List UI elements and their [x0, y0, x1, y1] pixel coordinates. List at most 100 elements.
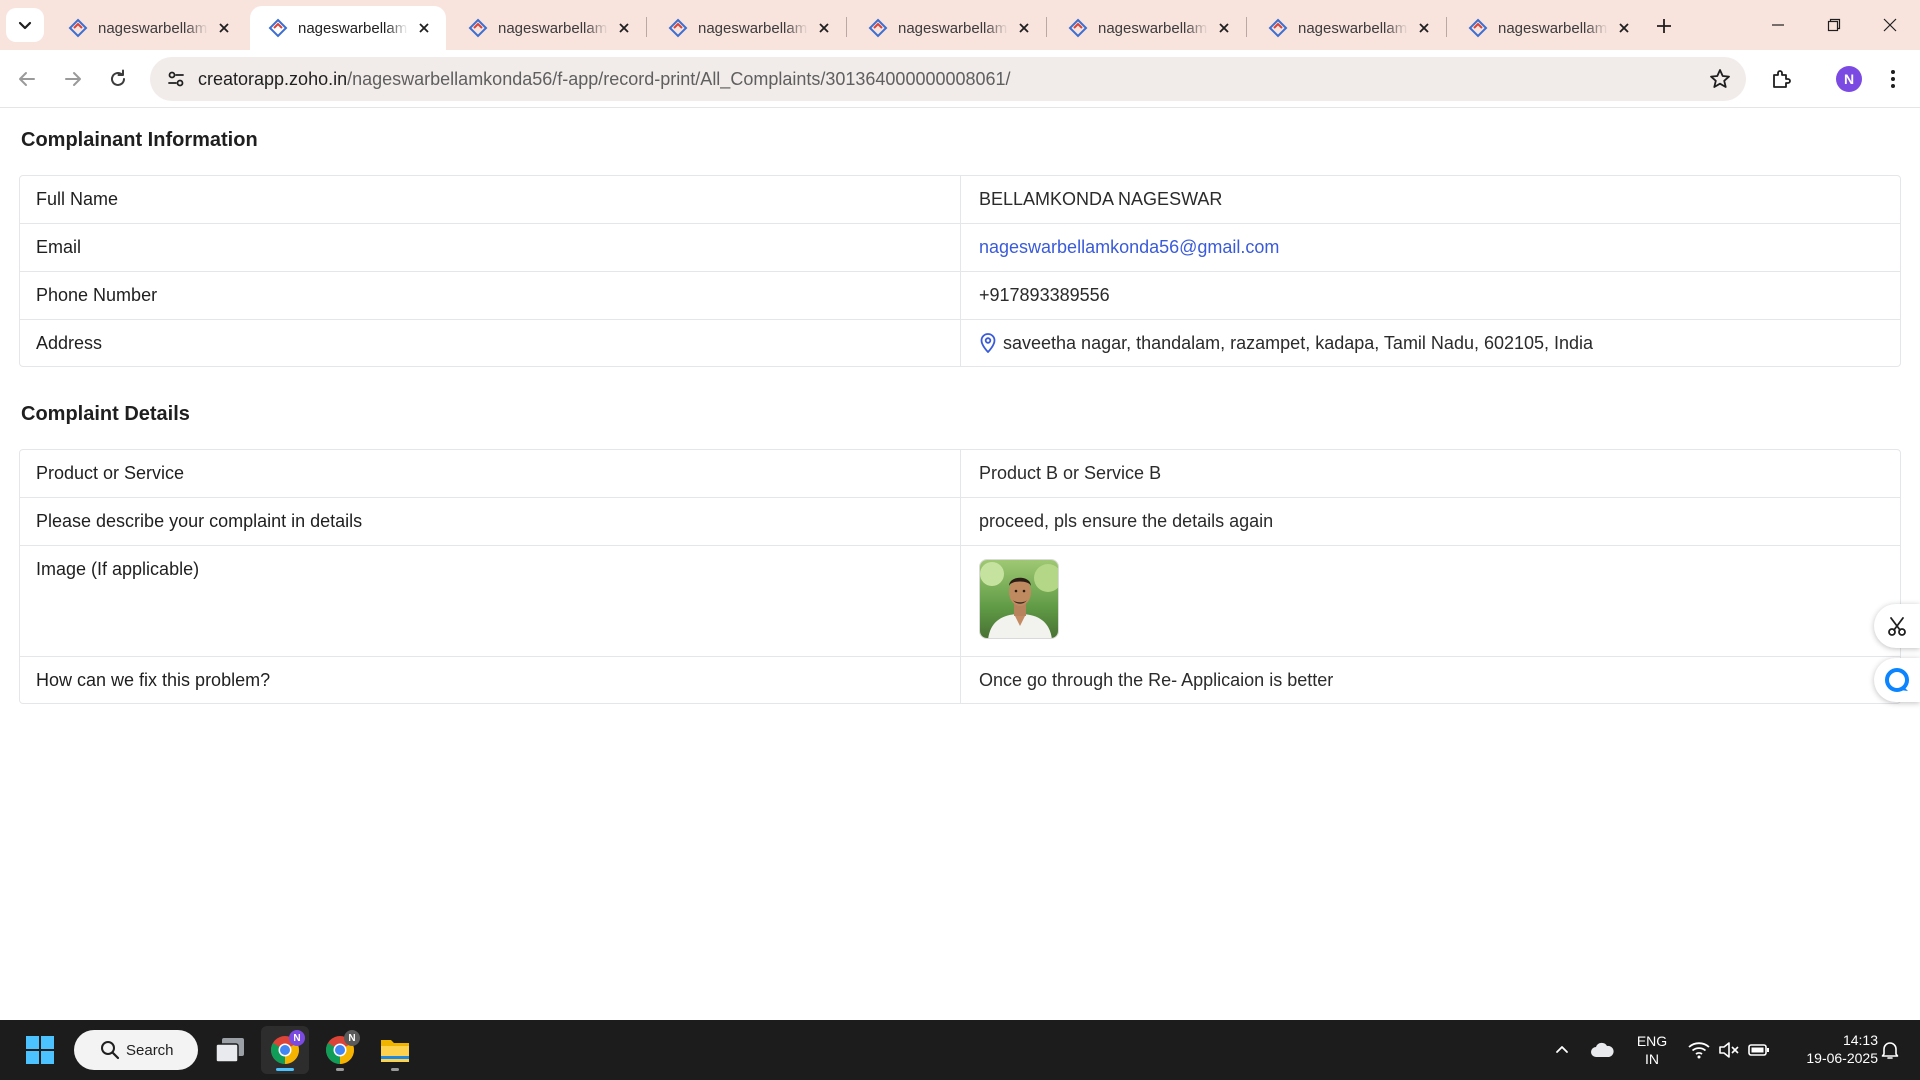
arrow-left-icon: [19, 72, 35, 86]
address-bar[interactable]: creatorapp.zoho.in/nageswarbellamkonda56…: [150, 57, 1746, 101]
tab-close-icon[interactable]: [214, 18, 234, 38]
task-view-button[interactable]: [206, 1026, 254, 1074]
start-button[interactable]: [16, 1026, 64, 1074]
close-icon: [1883, 18, 1897, 32]
address-value-cell: saveetha nagar, thandalam, razampet, kad…: [961, 320, 1900, 366]
input-language-indicator[interactable]: ENG IN: [1632, 1032, 1672, 1068]
table-row: Product or Service Product B or Service …: [20, 450, 1900, 497]
reload-button[interactable]: [101, 62, 135, 96]
tab-title: nageswarbellamkonda56: [98, 19, 208, 37]
browser-tab[interactable]: nageswarbellamkonda56: [650, 6, 846, 50]
taskbar-chrome-profile-2[interactable]: N: [316, 1026, 364, 1074]
forward-button[interactable]: [56, 62, 90, 96]
complaint-details-table: Product or Service Product B or Service …: [19, 449, 1901, 704]
reload-icon: [111, 69, 125, 86]
table-row: How can we fix this problem? Once go thr…: [20, 656, 1900, 703]
chat-support-float-button[interactable]: [1874, 658, 1920, 702]
profile-badge: N: [289, 1030, 305, 1046]
complainant-section-title: Complainant Information: [21, 129, 258, 151]
browser-tab[interactable]: nageswarbellamkonda56: [1450, 6, 1646, 50]
notification-bell-icon: [1881, 1042, 1899, 1059]
table-row: Full Name BELLAMKONDA NAGESWAR: [20, 176, 1900, 223]
search-icon: [101, 1041, 120, 1060]
product-value: Product B or Service B: [979, 463, 1162, 483]
cloud-icon: [1591, 1042, 1614, 1057]
zoho-creator-favicon-icon: [668, 18, 688, 38]
url-path: /nageswarbellamkonda56/f-app/record-prin…: [347, 68, 1011, 89]
url-text: creatorapp.zoho.in/nageswarbellamkonda56…: [198, 69, 1011, 90]
new-tab-button[interactable]: [1650, 12, 1678, 40]
tab-close-icon[interactable]: [614, 18, 634, 38]
taskbar-chrome-profile-1[interactable]: N: [261, 1026, 309, 1074]
folder-icon: [381, 1040, 409, 1062]
browser-tab[interactable]: nageswarbellamkonda56: [1050, 6, 1246, 50]
phone-value: +917893389556: [979, 285, 1110, 305]
zoho-creator-favicon-icon: [868, 18, 888, 38]
tab-title: nageswarbellamkonda56: [1098, 19, 1208, 37]
browser-menu-button[interactable]: [1876, 62, 1910, 96]
tab-title: nageswarbellamkonda56: [498, 19, 608, 37]
close-window-button[interactable]: [1862, 0, 1918, 50]
language-code: ENG: [1636, 1033, 1668, 1049]
minimize-button[interactable]: [1750, 0, 1806, 50]
browser-tab[interactable]: nageswarbellamkonda56: [850, 6, 1046, 50]
wifi-icon: [1688, 1042, 1710, 1059]
notifications-button[interactable]: [1866, 1026, 1914, 1074]
extensions-button[interactable]: [1764, 62, 1798, 96]
snipping-tool-float-button[interactable]: [1874, 604, 1920, 648]
email-link[interactable]: nageswarbellamkonda56@gmail.com: [979, 237, 1279, 258]
field-label: Email: [20, 224, 961, 271]
complaint-section-title: Complaint Details: [21, 403, 190, 425]
tab-separator: [1246, 17, 1247, 37]
clock-button[interactable]: 14:13 19-06-2025: [1782, 1031, 1878, 1067]
open-app-indicator: [391, 1068, 399, 1071]
browser-tab[interactable]: nageswarbellamkonda56: [50, 6, 246, 50]
tab-close-icon[interactable]: [1014, 18, 1034, 38]
profile-avatar[interactable]: N: [1836, 66, 1862, 92]
back-button[interactable]: [10, 62, 44, 96]
browser-tab-active[interactable]: nageswarbellamkonda56: [250, 6, 446, 50]
tab-close-icon[interactable]: [814, 18, 834, 38]
scissors-icon: [1888, 617, 1906, 636]
browser-tab-strip: nageswarbellamkonda56 nageswarbellamkond…: [0, 0, 1920, 50]
record-print-page: Complainant Information Full Name BELLAM…: [0, 108, 1920, 1020]
field-label: Product or Service: [20, 450, 961, 497]
tab-separator: [1446, 17, 1447, 37]
full-name-value: BELLAMKONDA NAGESWAR: [979, 189, 1223, 209]
zoho-creator-favicon-icon: [468, 18, 488, 38]
table-row: Image (If applicable): [20, 545, 1900, 656]
tab-close-icon[interactable]: [1214, 18, 1234, 38]
tab-search-button[interactable]: [6, 8, 44, 42]
restore-button[interactable]: [1806, 0, 1862, 50]
quick-settings-button[interactable]: [1672, 1026, 1786, 1074]
location-pin-icon[interactable]: [979, 333, 997, 353]
clock-time: 14:13: [1842, 1032, 1878, 1048]
browser-tab[interactable]: nageswarbellamkonda56: [1250, 6, 1446, 50]
address-value: saveetha nagar, thandalam, razampet, kad…: [1003, 332, 1594, 353]
zoho-creator-favicon-icon: [1468, 18, 1488, 38]
bookmark-star-icon[interactable]: [1708, 67, 1732, 91]
task-view-icon: [215, 1038, 244, 1063]
taskbar-file-explorer[interactable]: [371, 1026, 419, 1074]
email-value-cell: nageswarbellamkonda56@gmail.com: [961, 224, 1900, 271]
windows-taskbar: Search N N ENG IN 14:13 19-06-2025: [0, 1020, 1920, 1080]
tab-close-icon[interactable]: [1414, 18, 1434, 38]
tab-title: nageswarbellamkonda56: [898, 19, 1008, 37]
browser-toolbar: creatorapp.zoho.in/nageswarbellamkonda56…: [0, 50, 1920, 108]
fix-value: Once go through the Re- Applicaion is be…: [979, 669, 1334, 690]
clock-date: 19-06-2025: [1806, 1050, 1878, 1066]
tab-title: nageswarbellamkonda56: [1498, 19, 1608, 37]
tab-close-icon[interactable]: [1614, 18, 1634, 38]
tab-separator: [1046, 17, 1047, 37]
battery-icon: [1748, 1044, 1769, 1056]
attached-image-thumbnail[interactable]: [979, 559, 1059, 639]
chevron-down-icon: [18, 21, 32, 30]
tab-close-icon[interactable]: [414, 18, 434, 38]
taskbar-search-box[interactable]: Search: [74, 1030, 198, 1070]
restore-icon: [1827, 18, 1841, 32]
site-info-icon[interactable]: [154, 57, 198, 101]
windows-logo-icon: [26, 1036, 54, 1064]
onedrive-tray-button[interactable]: [1578, 1026, 1626, 1074]
zoho-creator-favicon-icon: [68, 18, 88, 38]
browser-tab[interactable]: nageswarbellamkonda56: [450, 6, 646, 50]
